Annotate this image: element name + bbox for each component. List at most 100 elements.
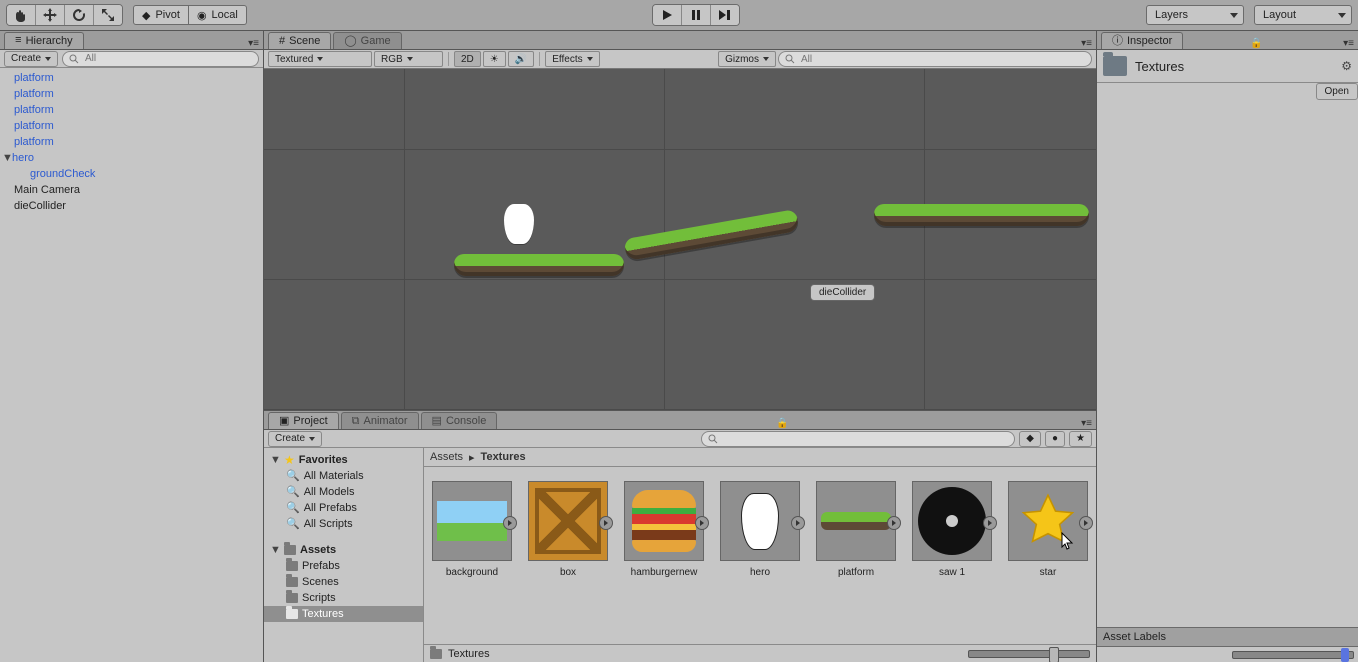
scene-shading-dropdown[interactable]: Textured: [268, 51, 372, 67]
scene-search[interactable]: [778, 51, 1092, 67]
breadcrumb-leaf[interactable]: Textures: [481, 451, 526, 463]
asset-name: platform: [838, 567, 874, 578]
asset-expand-icon[interactable]: [791, 516, 805, 530]
asset-expand-icon[interactable]: [887, 516, 901, 530]
hierarchy-item[interactable]: platform: [0, 102, 263, 118]
inspector-tab[interactable]: ⓘ Inspector: [1101, 32, 1183, 49]
scale-tool-button[interactable]: [94, 5, 122, 25]
hierarchy-item[interactable]: platform: [0, 70, 263, 86]
project-tab[interactable]: ▣ Project: [268, 412, 339, 429]
scene-light-toggle[interactable]: ☀: [483, 51, 506, 67]
hand-tool-button[interactable]: [7, 5, 36, 25]
inspector-asset-labels-header[interactable]: Asset Labels: [1097, 627, 1358, 647]
scene-sprite-hero[interactable]: [504, 204, 534, 244]
project-create-button[interactable]: Create: [268, 431, 322, 447]
layers-dropdown[interactable]: Layers: [1146, 5, 1244, 25]
project-context-icon[interactable]: ▾≡: [1081, 418, 1092, 429]
scene-context-icon[interactable]: ▾≡: [1081, 38, 1092, 49]
scene-search-input[interactable]: [799, 53, 1085, 66]
inspector-open-button[interactable]: Open: [1316, 83, 1358, 100]
asset-platform[interactable]: platform: [816, 481, 896, 578]
folder-icon: [286, 561, 298, 571]
inspector-preview-slider[interactable]: [1232, 651, 1354, 659]
project-lock-icon[interactable]: 🔒: [776, 418, 788, 429]
project-asset-folder-textures[interactable]: Textures: [264, 606, 423, 622]
scene-label-diecollider[interactable]: dieCollider: [810, 284, 875, 301]
hierarchy-create-button[interactable]: Create: [4, 51, 58, 67]
project-fav-label: All Prefabs: [304, 500, 357, 516]
local-toggle-button[interactable]: ◉ Local: [189, 5, 247, 25]
project-breadcrumb: Assets ▸ Textures: [424, 448, 1096, 467]
scene-sprite-platform[interactable]: [454, 254, 624, 276]
project-search[interactable]: [701, 431, 1015, 447]
console-tab[interactable]: ▤ Console: [421, 412, 498, 429]
project-assets-node[interactable]: ▼ Assets: [264, 542, 423, 558]
project-fav-label: All Materials: [304, 468, 364, 484]
project-tree: ▼★ Favorites 🔍All Materials 🔍All Models …: [264, 448, 424, 662]
hierarchy-search-input[interactable]: [83, 52, 252, 65]
asset-star[interactable]: star: [1008, 481, 1088, 578]
project-asset-label: Prefabs: [302, 558, 340, 574]
hierarchy-search[interactable]: [62, 51, 259, 67]
asset-expand-icon[interactable]: [695, 516, 709, 530]
scene-2d-toggle[interactable]: 2D: [454, 51, 481, 67]
project-fav-item[interactable]: 🔍All Models: [264, 484, 423, 500]
project-assets-label: Assets: [300, 542, 336, 558]
asset-expand-icon[interactable]: [503, 516, 517, 530]
asset-saw[interactable]: saw 1: [912, 481, 992, 578]
rotate-tool-button[interactable]: [65, 5, 94, 25]
local-label: Local: [212, 9, 238, 21]
breadcrumb-root[interactable]: Assets: [430, 451, 463, 463]
scene-gizmos-dropdown[interactable]: Gizmos: [718, 51, 776, 67]
hierarchy-context-icon[interactable]: ▾≡: [248, 38, 259, 49]
hierarchy-item-maincamera[interactable]: Main Camera: [0, 182, 263, 198]
project-zoom-slider[interactable]: [968, 650, 1090, 658]
hierarchy-fold-icon[interactable]: ▼: [2, 150, 12, 166]
project-filter-button-1[interactable]: ◆: [1019, 431, 1041, 447]
hierarchy-item-groundcheck[interactable]: groundCheck: [0, 166, 263, 182]
project-search-input[interactable]: [722, 432, 1008, 445]
scene-effects-dropdown[interactable]: Effects: [545, 51, 599, 67]
play-button[interactable]: [653, 5, 682, 25]
pivot-toggle-button[interactable]: ◆ Pivot: [133, 5, 189, 25]
hierarchy-item[interactable]: platform: [0, 118, 263, 134]
hierarchy-tab[interactable]: ≡ Hierarchy: [4, 32, 84, 49]
scene-tab[interactable]: # Scene: [268, 32, 331, 49]
hierarchy-item[interactable]: platform: [0, 134, 263, 150]
pause-button[interactable]: [682, 5, 711, 25]
project-filter-button-3[interactable]: ★: [1069, 431, 1092, 447]
asset-background[interactable]: background: [432, 481, 512, 578]
asset-expand-icon[interactable]: [1079, 516, 1093, 530]
hierarchy-item[interactable]: platform: [0, 86, 263, 102]
asset-box[interactable]: box: [528, 481, 608, 578]
project-fav-label: All Scripts: [304, 516, 353, 532]
inspector-lock-icon[interactable]: 🔒: [1250, 38, 1262, 49]
inspector-context-icon[interactable]: ▾≡: [1343, 38, 1354, 49]
scene-view[interactable]: dieCollider: [264, 69, 1096, 410]
project-favorites-node[interactable]: ▼★ Favorites: [264, 452, 423, 468]
scene-audio-toggle[interactable]: 🔊: [508, 51, 534, 67]
project-filter-button-2[interactable]: ●: [1045, 431, 1065, 447]
project-asset-folder[interactable]: Scripts: [264, 590, 423, 606]
layout-dropdown[interactable]: Layout: [1254, 5, 1352, 25]
project-asset-folder[interactable]: Prefabs: [264, 558, 423, 574]
layout-label: Layout: [1263, 9, 1296, 21]
gear-icon[interactable]: ⚙: [1341, 59, 1352, 73]
project-asset-folder[interactable]: Scenes: [264, 574, 423, 590]
asset-hamburger[interactable]: hamburgernew: [624, 481, 704, 578]
asset-hero[interactable]: hero: [720, 481, 800, 578]
project-asset-label: Scenes: [302, 574, 339, 590]
hierarchy-item-hero[interactable]: ▼hero: [0, 150, 263, 166]
asset-expand-icon[interactable]: [599, 516, 613, 530]
step-button[interactable]: [711, 5, 739, 25]
project-fav-item[interactable]: 🔍All Scripts: [264, 516, 423, 532]
scene-sprite-platform[interactable]: [874, 204, 1089, 226]
hierarchy-item-diecollider[interactable]: dieCollider: [0, 198, 263, 214]
asset-expand-icon[interactable]: [983, 516, 997, 530]
animator-tab[interactable]: ⧉ Animator: [341, 412, 419, 429]
project-fav-item[interactable]: 🔍All Prefabs: [264, 500, 423, 516]
project-fav-item[interactable]: 🔍All Materials: [264, 468, 423, 484]
scene-render-dropdown[interactable]: RGB: [374, 51, 443, 67]
game-tab[interactable]: ◯ Game: [333, 32, 401, 49]
move-tool-button[interactable]: [36, 5, 65, 25]
